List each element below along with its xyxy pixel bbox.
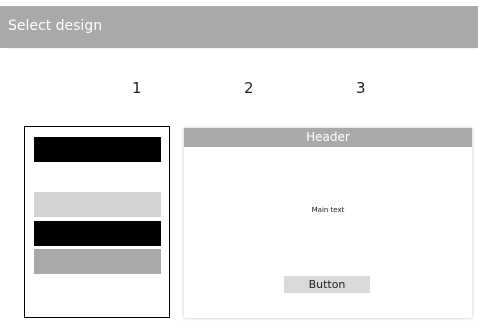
preview-bar-black-top: [34, 137, 161, 162]
preview-bar-light-gray: [34, 192, 161, 217]
preview-header: Header: [184, 128, 472, 147]
preview-button: Button: [284, 276, 370, 293]
dialog-title: Select design: [8, 18, 103, 34]
design-number-1: 1: [132, 79, 142, 97]
preview-bar-black-middle: [34, 221, 161, 246]
preview-bar-mid-gray: [34, 249, 161, 274]
design-number-2: 2: [244, 79, 254, 97]
design-option-2[interactable]: Header Main text Button: [184, 128, 472, 318]
design-number-3: 3: [356, 79, 366, 97]
select-design-dialog: Select design 1 2 3 Header Main text But…: [0, 0, 478, 334]
preview-main-text: Main text: [311, 206, 345, 214]
design-option-1[interactable]: [24, 126, 170, 318]
dialog-header: Select design: [0, 6, 478, 48]
